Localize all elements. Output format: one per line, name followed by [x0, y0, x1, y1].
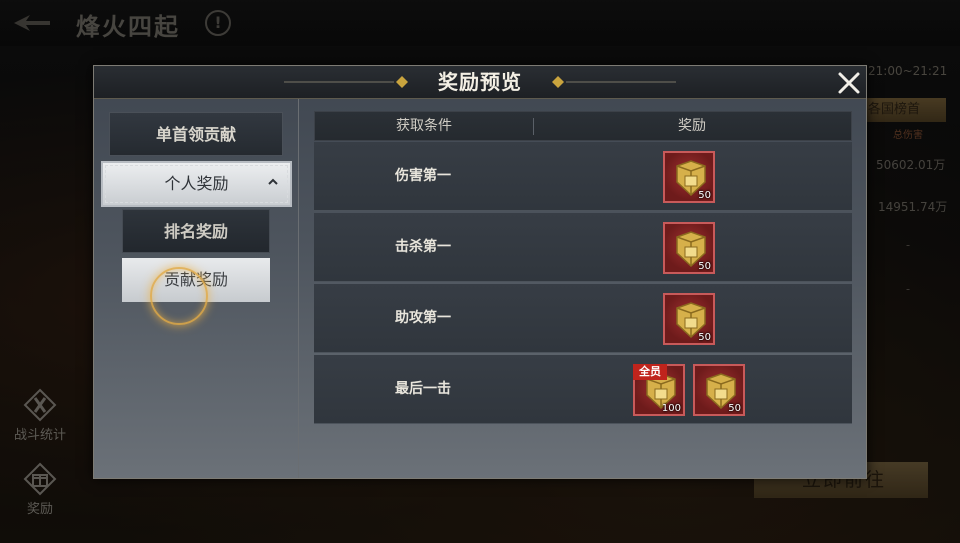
- reward-item[interactable]: 全员 100: [633, 364, 685, 416]
- chevron-up-icon: [268, 178, 278, 185]
- condition-label: 助攻第一: [395, 310, 451, 326]
- condition-label: 最后一击: [395, 381, 451, 397]
- table-row: 助攻第一 50: [314, 284, 852, 353]
- reward-item[interactable]: 50: [693, 364, 745, 416]
- header-condition: 获取条件: [396, 118, 452, 134]
- reward-quantity: 50: [698, 190, 711, 201]
- dialog-header: 奖励预览: [94, 66, 866, 99]
- condition-label: 伤害第一: [395, 168, 451, 184]
- tab-rank-reward[interactable]: 排名奖励: [122, 209, 270, 253]
- tab-personal-reward[interactable]: 个人奖励: [101, 161, 292, 207]
- table-row: 击杀第一 50: [314, 213, 852, 282]
- reward-category-nav: 单首领贡献 个人奖励 排名奖励 贡献奖励: [94, 99, 299, 478]
- reward-quantity: 50: [698, 261, 711, 272]
- reward-item[interactable]: 50: [663, 151, 715, 203]
- tab-single-boss-contribution[interactable]: 单首领贡献: [109, 112, 283, 156]
- reward-preview-dialog: 奖励预览 单首领贡献 个人奖励 排名奖励 贡献奖励 获取条件 奖励 伤害第一 5…: [93, 65, 867, 479]
- dialog-title: 奖励预览: [438, 70, 522, 94]
- reward-quantity: 50: [698, 332, 711, 343]
- reward-item[interactable]: 50: [663, 222, 715, 274]
- reward-quantity: 50: [728, 403, 741, 414]
- header-reward: 奖励: [678, 118, 706, 134]
- condition-label: 击杀第一: [395, 239, 451, 255]
- tab-contribution-reward[interactable]: 贡献奖励: [122, 258, 270, 302]
- tab-personal-label: 个人奖励: [164, 174, 229, 193]
- all-members-badge: 全员: [633, 364, 667, 380]
- title-ornament-right-icon: [552, 76, 676, 88]
- reward-quantity: 100: [661, 403, 681, 414]
- close-icon[interactable]: [835, 69, 863, 97]
- table-row: 最后一击 全员 100 50: [314, 355, 852, 424]
- table-row: 伤害第一 50: [314, 142, 852, 211]
- reward-item[interactable]: 50: [663, 293, 715, 345]
- reward-table: 获取条件 奖励 伤害第一 50 击杀第一 50 助攻第一 50 最后一击 全员 …: [314, 111, 852, 424]
- table-header: 获取条件 奖励: [314, 111, 852, 141]
